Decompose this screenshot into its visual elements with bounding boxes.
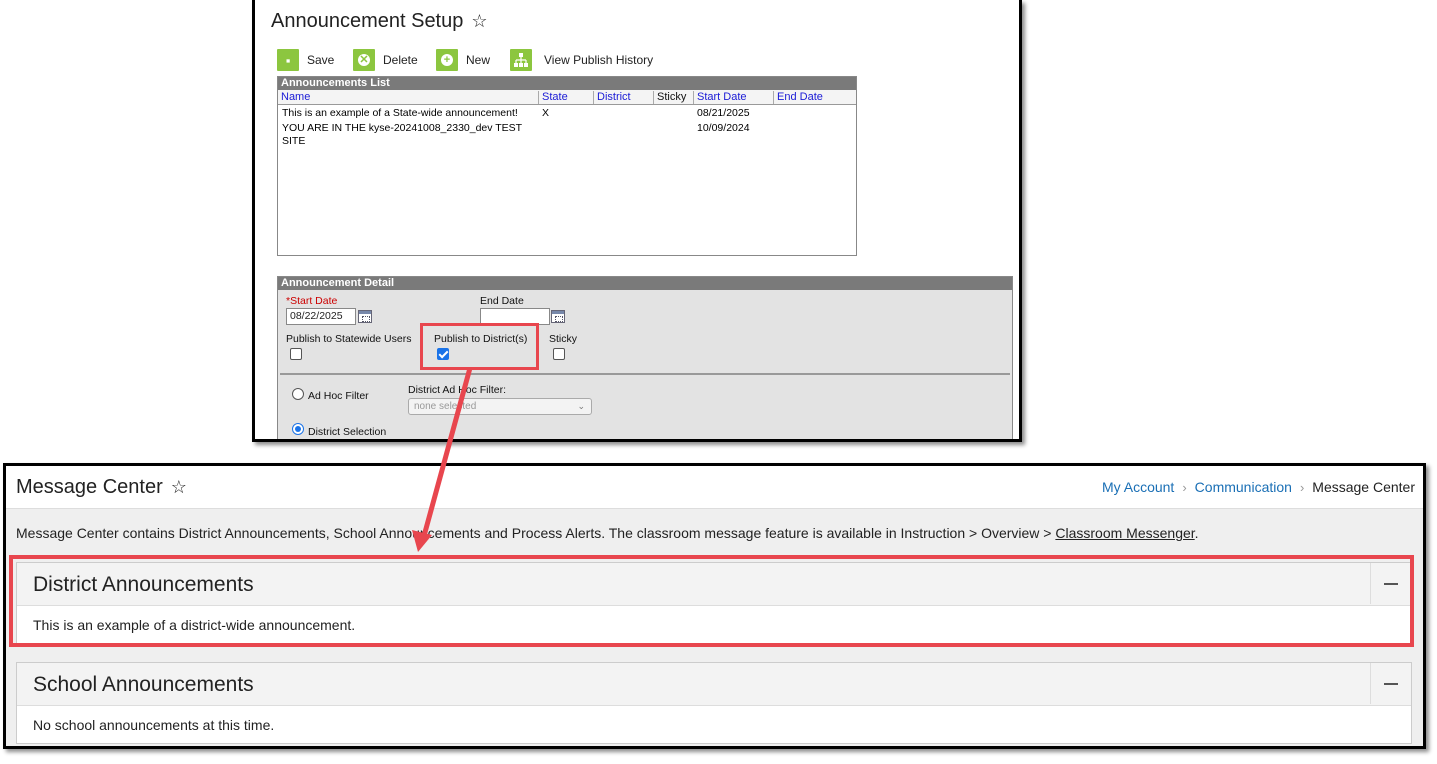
highlight-district-announcements <box>9 555 1414 647</box>
classroom-messenger-link[interactable]: Classroom Messenger <box>1055 525 1194 541</box>
adhoc-filter-label: Ad Hoc Filter <box>308 390 369 402</box>
star-icon[interactable]: ☆ <box>171 477 187 497</box>
col-sticky[interactable]: Sticky <box>653 91 693 104</box>
adhoc-filter-radio[interactable] <box>292 388 304 400</box>
page-title: Message Center <box>16 476 163 498</box>
col-start-date[interactable]: Start Date <box>693 91 773 104</box>
row-start: 08/21/2025 <box>697 107 750 119</box>
row-name: This is an example of a State-wide annou… <box>282 107 518 119</box>
col-name[interactable]: Name <box>278 91 537 104</box>
announcements-list: Announcements List Name State District S… <box>277 76 857 256</box>
new-label: New <box>466 53 491 67</box>
col-state[interactable]: State <box>538 91 592 104</box>
calendar-icon[interactable] <box>551 310 565 323</box>
save-icon: ▪ <box>277 49 299 71</box>
chevron-down-icon: ⌄ <box>577 401 585 411</box>
list-item[interactable]: YOU ARE IN THE kyse-20241008_2330_dev TE… <box>278 120 856 148</box>
col-end-date[interactable]: End Date <box>773 91 857 104</box>
highlight-publish-district <box>420 323 539 370</box>
breadcrumb: My Account › Communication › Message Cen… <box>1102 479 1415 495</box>
district-selection-label: District Selection <box>308 426 387 438</box>
star-icon[interactable]: ☆ <box>471 11 487 31</box>
district-adhoc-value: none selected <box>414 401 477 412</box>
detail-header: Announcement Detail <box>278 277 1012 290</box>
school-announcements-card: School Announcements No school announcem… <box>16 662 1412 744</box>
list-column-headers: Name State District Sticky Start Date En… <box>278 90 856 105</box>
district-adhoc-select[interactable]: none selected ⌄ <box>408 398 592 415</box>
save-button[interactable]: ▪ Save <box>277 48 334 72</box>
district-adhoc-label: District Ad Hoc Filter: <box>408 384 507 396</box>
hierarchy-icon <box>510 49 532 71</box>
chevron-right-icon: › <box>1299 479 1305 495</box>
delete-button[interactable]: ✕ Delete <box>353 48 418 72</box>
sticky-label: Sticky <box>549 333 578 345</box>
row-name-line1: YOU ARE IN THE kyse-20241008_2330_dev TE… <box>282 122 523 134</box>
announcement-detail: Announcement Detail *Start Date 08/22/20… <box>277 276 1013 439</box>
page-title-wrap: Message Center ☆ <box>16 476 187 499</box>
chevron-right-icon: › <box>1182 479 1187 495</box>
view-publish-history-button[interactable]: View Publish History <box>510 48 653 72</box>
row-state: X <box>542 107 550 119</box>
setup-title: Announcement Setup <box>271 10 464 32</box>
breadcrumb-communication[interactable]: Communication <box>1195 479 1292 495</box>
district-selection-radio[interactable] <box>292 423 304 435</box>
calendar-icon[interactable] <box>358 310 372 323</box>
add-icon: + <box>436 49 458 71</box>
row-name-line2: SITE <box>282 135 306 147</box>
publish-statewide-checkbox[interactable] <box>290 348 302 360</box>
setup-title-wrap: Announcement Setup ☆ <box>271 10 488 33</box>
announcement-setup-panel: Announcement Setup ☆ ▪ Save ✕ Delete + Ne… <box>252 0 1022 442</box>
end-date-label: End Date <box>480 295 524 307</box>
collapse-icon[interactable] <box>1370 663 1411 704</box>
list-item[interactable]: This is an example of a State-wide annou… <box>278 105 856 120</box>
sticky-checkbox[interactable] <box>553 348 565 360</box>
school-announcement-text: No school announcements at this time. <box>33 717 275 733</box>
breadcrumb-my-account[interactable]: My Account <box>1102 479 1174 495</box>
breadcrumb-current: Message Center <box>1312 479 1415 495</box>
delete-label: Delete <box>383 53 418 67</box>
divider <box>280 373 1010 375</box>
start-date-input[interactable]: 08/22/2025 <box>286 308 356 325</box>
row-start: 10/09/2024 <box>697 122 750 134</box>
save-label: Save <box>307 53 335 67</box>
list-header: Announcements List <box>278 77 856 90</box>
intro-text: Message Center contains District Announc… <box>16 525 1199 541</box>
history-label: View Publish History <box>544 53 654 67</box>
col-district[interactable]: District <box>593 91 653 104</box>
header-bar: Message Center ☆ My Account › Communicati… <box>6 466 1423 509</box>
school-announcements-header: School Announcements <box>17 663 1411 706</box>
publish-statewide-label: Publish to Statewide Users <box>286 333 412 345</box>
start-date-label: *Start Date <box>286 295 338 307</box>
school-announcements-title: School Announcements <box>33 673 254 696</box>
delete-icon: ✕ <box>353 49 375 71</box>
new-button[interactable]: + New <box>436 48 490 72</box>
